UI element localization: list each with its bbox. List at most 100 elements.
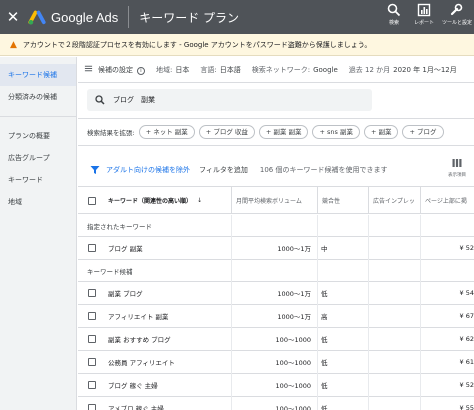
search-tool-label: 検索 bbox=[388, 20, 399, 26]
broaden-chip[interactable]: + 副業 bbox=[363, 125, 399, 139]
competition-cell: 中 bbox=[321, 245, 328, 253]
filter-icon[interactable] bbox=[90, 165, 100, 175]
table-header: キーワード（関連性の高い順） ↓ 月間平均検索ボリューム 競合性 広告インプレッ… bbox=[78, 186, 474, 214]
sidebar-item-locations[interactable]: 地域 bbox=[0, 191, 76, 213]
sidebar-item-grouped-ideas[interactable]: 分類済みの候補 bbox=[0, 86, 76, 108]
close-icon[interactable]: ✕ bbox=[2, 8, 24, 26]
top-bid-column-header[interactable]: ページ上部に掲 bbox=[420, 187, 474, 214]
row-checkbox[interactable] bbox=[88, 335, 96, 343]
column-divider bbox=[368, 215, 369, 410]
divider bbox=[128, 6, 130, 28]
info-icon[interactable]: i bbox=[137, 66, 145, 75]
row-checkbox[interactable] bbox=[88, 358, 96, 366]
keyword-cell: 副業 おすすめ ブログ bbox=[108, 336, 171, 344]
tools-settings-button[interactable]: ツールと設定 bbox=[442, 3, 472, 26]
add-filter-button[interactable]: フィルタを追加 bbox=[199, 165, 248, 175]
sort-arrow-icon: ↓ bbox=[197, 197, 203, 204]
broaden-chip[interactable]: + ブログ 収益 bbox=[198, 125, 255, 139]
broaden-chip[interactable]: + sns 副業 bbox=[312, 125, 360, 139]
bid-cell: ¥ 61 bbox=[459, 358, 474, 366]
provided-keywords-section: 指定されたキーワード bbox=[78, 215, 474, 237]
column-divider bbox=[231, 215, 232, 410]
settings-title: 候補の設定 i bbox=[98, 65, 145, 75]
competition-cell: 低 bbox=[321, 405, 328, 410]
broaden-chip[interactable]: + ブログ bbox=[402, 125, 444, 139]
table-row[interactable]: 副業 ブログ 1000～1万 低 ¥ 54 bbox=[78, 282, 474, 305]
row-checkbox-cell bbox=[88, 351, 96, 373]
row-checkbox[interactable] bbox=[88, 404, 96, 410]
columns-icon bbox=[452, 159, 462, 167]
row-checkbox[interactable] bbox=[88, 289, 96, 297]
row-checkbox[interactable] bbox=[88, 381, 96, 389]
bid-cell: ¥ 62 bbox=[459, 335, 474, 343]
security-alert-banner: ▲ アカウントで２段階認証プロセスを有効にします - Google アカウントを… bbox=[0, 34, 474, 56]
table-row[interactable]: アフィリエイト 副業 1000～1万 高 ¥ 67 bbox=[78, 305, 474, 328]
google-ads-logo bbox=[28, 10, 46, 25]
volume-cell: 100～1000 bbox=[275, 405, 311, 410]
impression-share-column-header[interactable]: 広告インプレッ bbox=[368, 187, 420, 214]
location-setting[interactable]: 地域: 日本 bbox=[156, 65, 189, 75]
column-divider bbox=[420, 215, 421, 410]
idea-count: 106 個のキーワード候補を使用できます bbox=[259, 166, 388, 174]
bid-cell: ¥ 52 bbox=[459, 244, 474, 252]
language-setting[interactable]: 言語: 日本語 bbox=[200, 65, 240, 75]
search-tool-button[interactable]: 検索 bbox=[380, 3, 408, 26]
keyword-cell: 副業 ブログ bbox=[108, 290, 143, 298]
keyword-cell: 公務員 アフィリエイト bbox=[108, 359, 175, 367]
row-checkbox-cell bbox=[88, 374, 96, 396]
keyword-cell: ブログ 稼ぐ 主婦 bbox=[108, 382, 158, 390]
bid-cell: ¥ 54 bbox=[459, 289, 474, 297]
search-icon bbox=[95, 95, 105, 105]
columns-button[interactable]: 表示項目 bbox=[448, 158, 466, 178]
volume-cell: 100～1000 bbox=[275, 336, 311, 344]
volume-column-header[interactable]: 月間平均検索ボリューム bbox=[231, 187, 317, 214]
volume-cell: 100～1000 bbox=[275, 382, 311, 390]
bid-cell: ¥ 67 bbox=[459, 312, 474, 320]
competition-cell: 低 bbox=[321, 290, 328, 298]
network-setting[interactable]: 検索ネットワーク: Google bbox=[252, 65, 338, 75]
volume-cell: 1000～1万 bbox=[277, 245, 311, 253]
row-checkbox[interactable] bbox=[88, 312, 96, 320]
table-row[interactable]: 副業 おすすめ ブログ 100～1000 低 ¥ 62 bbox=[78, 328, 474, 351]
alert-text: アカウントで２段階認証プロセスを有効にします - Google アカウントをパス… bbox=[22, 40, 372, 49]
competition-cell: 低 bbox=[321, 359, 328, 367]
wrench-icon bbox=[450, 3, 463, 16]
volume-cell: 1000～1万 bbox=[277, 290, 311, 298]
competition-cell: 低 bbox=[321, 336, 328, 344]
volume-cell: 1000～1万 bbox=[277, 313, 311, 321]
row-checkbox[interactable] bbox=[88, 244, 96, 252]
sidebar-item-ad-groups[interactable]: 広告グループ bbox=[0, 147, 76, 169]
date-range-setting[interactable]: 過去 12 か月 2020 年 1月～12月 bbox=[349, 65, 457, 75]
broaden-search-bar: 検索結果を拡張: + ネット 副業 + ブログ 収益 + 副業 副業 + sns… bbox=[78, 118, 474, 146]
table-row[interactable]: アメブロ 稼ぐ 主婦 100～1000 低 ¥ 55 bbox=[78, 397, 474, 410]
keyword-column-header[interactable]: キーワード（関連性の高い順） ↓ bbox=[108, 187, 228, 214]
broaden-label: 検索結果を拡張: bbox=[87, 129, 135, 137]
competition-cell: 低 bbox=[321, 382, 328, 390]
idea-settings-bar[interactable]: 候補の設定 i 地域: 日本 言語: 日本語 検索ネットワーク: Google 過去 1… bbox=[78, 57, 474, 83]
row-checkbox-cell bbox=[88, 328, 96, 350]
competition-cell: 高 bbox=[321, 313, 328, 321]
sidebar-item-plan-overview[interactable]: プランの概要 bbox=[0, 125, 76, 147]
sidebar-item-keyword-ideas[interactable]: キーワード候補 bbox=[0, 64, 76, 86]
keyword-cell: アメブロ 稼ぐ 主婦 bbox=[108, 405, 164, 410]
row-checkbox-cell bbox=[88, 237, 96, 259]
table-row[interactable]: ブログ 稼ぐ 主婦 100～1000 低 ¥ 52 bbox=[78, 374, 474, 397]
bid-cell: ¥ 52 bbox=[459, 381, 474, 389]
competition-column-header[interactable]: 競合性 bbox=[317, 187, 365, 214]
search-icon bbox=[387, 3, 401, 17]
sidebar-item-keywords[interactable]: キーワード bbox=[0, 169, 76, 191]
select-all-checkbox[interactable] bbox=[88, 196, 96, 205]
table-row[interactable]: ブログ 副業 1000～1万 中 ¥ 52 bbox=[78, 237, 474, 260]
keyword-cell: ブログ 副業 bbox=[108, 245, 143, 253]
exclude-adult-filter[interactable]: アダルト向けの候補を除外 bbox=[106, 165, 190, 175]
row-checkbox-cell bbox=[88, 282, 96, 304]
keyword-search-field[interactable]: ブログ 副業 bbox=[87, 89, 372, 111]
broaden-chip[interactable]: + ネット 副業 bbox=[138, 125, 195, 139]
top-bar: ✕ Google Ads キーワード プラン 検索 レポート ツールと設定 bbox=[0, 0, 474, 34]
reports-button[interactable]: レポート bbox=[410, 3, 438, 26]
broaden-chip[interactable]: + 副業 副業 bbox=[258, 125, 309, 139]
bid-cell: ¥ 55 bbox=[459, 404, 474, 410]
table-row[interactable]: 公務員 アフィリエイト 100～1000 低 ¥ 61 bbox=[78, 351, 474, 374]
column-divider bbox=[317, 215, 318, 410]
page-title: キーワード プラン bbox=[139, 10, 240, 25]
